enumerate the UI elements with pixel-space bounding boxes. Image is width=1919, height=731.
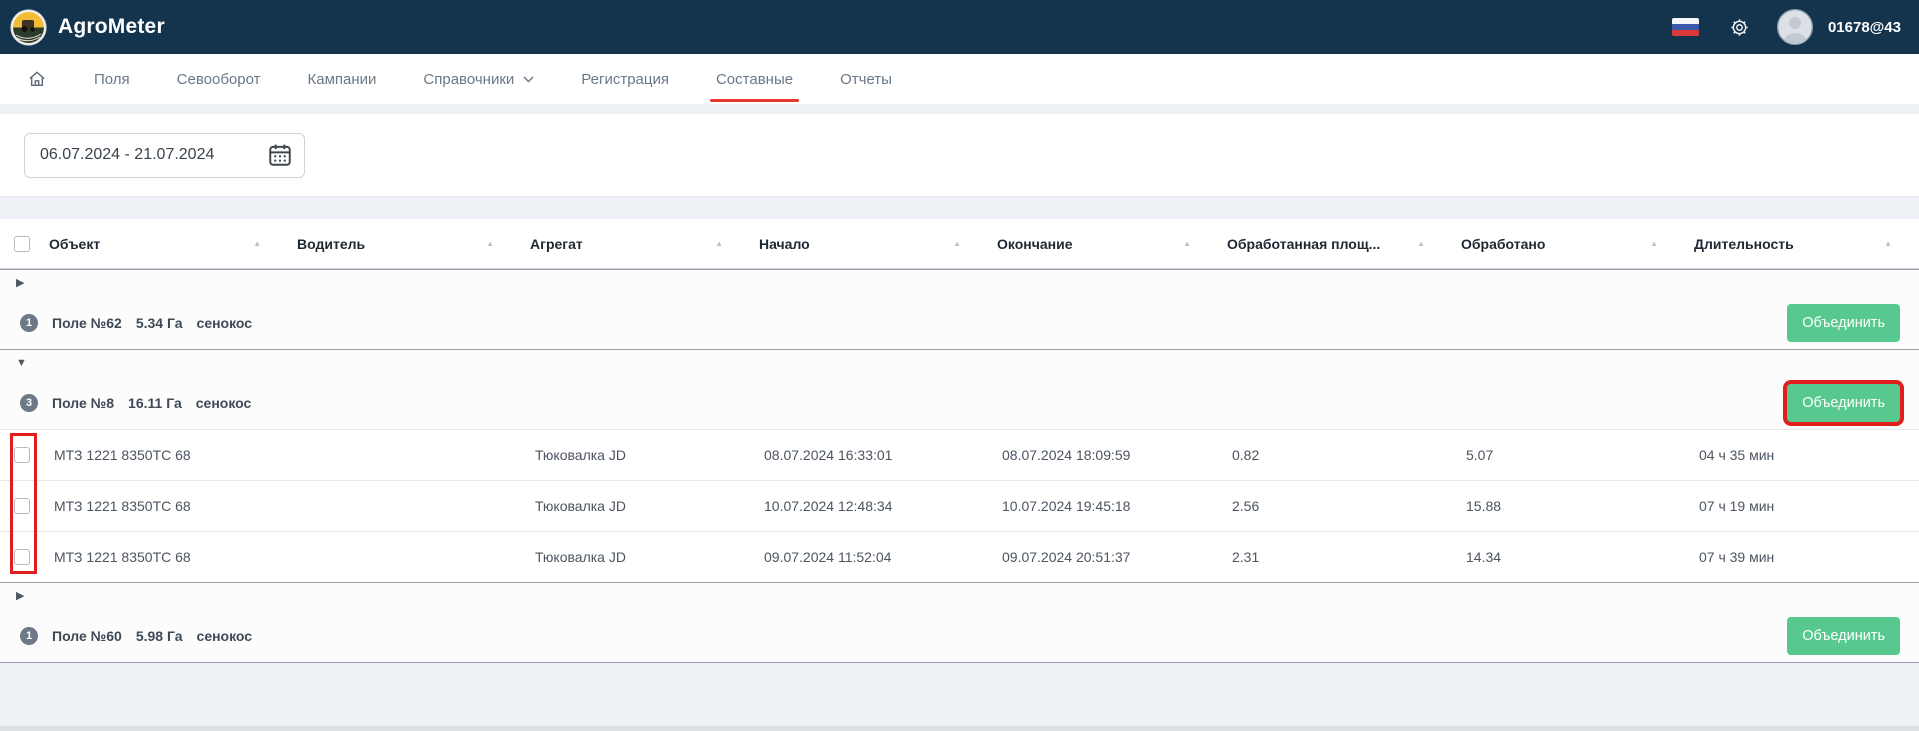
cell-processed-area: 0.82 [1218,447,1452,463]
filter-panel: 06.07.2024 - 21.07.2024 [0,114,1919,196]
group-count-badge: 3 [20,394,38,412]
username[interactable]: 01678@43 [1828,19,1901,36]
main-nav: Поля Севооборот Кампании Справочники Рег… [0,54,1919,104]
col-start[interactable]: Начало▲ [750,236,988,252]
merge-button[interactable]: Объединить [1787,304,1900,342]
table-row: МТЗ 1221 8350ТС 68 Тюковалка JD 10.07.20… [0,480,1919,531]
group-toggle-expanded[interactable]: ▼ [16,358,27,369]
group-field-area: 16.11 Га [128,395,182,411]
cell-duration: 07 ч 39 мин [1685,549,1919,565]
group-field-crop: сенокос [197,628,253,644]
row-checkbox[interactable] [14,447,30,463]
date-range-value: 06.07.2024 - 21.07.2024 [40,146,214,164]
nav-item-directories[interactable]: Справочники [423,71,534,88]
merge-button[interactable]: Объединить [1787,617,1900,655]
col-driver[interactable]: Водитель▲ [288,236,521,252]
cell-end: 08.07.2024 18:09:59 [988,447,1218,463]
language-flag-icon[interactable] [1672,18,1699,36]
sort-icon[interactable]: ▲ [1650,239,1658,248]
cell-processed: 15.88 [1452,498,1685,514]
nav-home[interactable] [27,69,47,89]
table-row: МТЗ 1221 8350ТС 68 Тюковалка JD 08.07.20… [0,429,1919,480]
group-field-crop: сенокос [196,395,252,411]
composites-table: Объект▲ Водитель▲ Агрегат▲ Начало▲ Оконч… [0,219,1919,663]
col-end[interactable]: Окончание▲ [988,236,1218,252]
user-avatar[interactable] [1776,8,1814,46]
bottom-strip [0,726,1919,731]
group-field-name: Поле №60 [52,628,122,644]
cell-start: 10.07.2024 12:48:34 [750,498,988,514]
group-toggle-collapsed[interactable]: ▶ [16,591,24,602]
cell-start: 08.07.2024 16:33:01 [750,447,988,463]
col-unit[interactable]: Агрегат▲ [521,236,750,252]
top-bar: AgroMeter 01678@43 [0,0,1919,54]
chevron-down-icon [523,76,534,83]
sort-icon[interactable]: ▲ [1417,239,1425,248]
cell-unit: Тюковалка JD [521,498,750,514]
sort-icon[interactable]: ▲ [1183,239,1191,248]
table-row: МТЗ 1221 8350ТС 68 Тюковалка JD 09.07.20… [0,531,1919,582]
app-logo-icon [10,9,47,46]
col-processed[interactable]: Обработано▲ [1452,236,1685,252]
sort-icon[interactable]: ▲ [1884,239,1892,248]
sort-icon[interactable]: ▲ [486,239,494,248]
nav-item-registration[interactable]: Регистрация [581,71,669,88]
cell-duration: 04 ч 35 мин [1685,447,1919,463]
settings-gear-icon[interactable] [1729,17,1750,38]
group-field-area: 5.34 Га [136,315,183,331]
nav-item-campaigns[interactable]: Кампании [308,71,377,88]
nav-item-crop-rotation[interactable]: Севооборот [177,71,261,88]
nav-item-composites[interactable]: Составные [716,71,793,88]
cell-processed: 14.34 [1452,549,1685,565]
field-group: ▶ 1 Поле №62 5.34 Га сенокос Объединить [0,269,1919,349]
date-range-input[interactable]: 06.07.2024 - 21.07.2024 [24,133,305,178]
app-title: AgroMeter [58,15,165,39]
col-processed-area[interactable]: Обработанная площ...▲ [1218,236,1452,252]
cell-end: 09.07.2024 20:51:37 [988,549,1218,565]
cell-processed-area: 2.56 [1218,498,1452,514]
cell-processed: 5.07 [1452,447,1685,463]
cell-processed-area: 2.31 [1218,549,1452,565]
row-checkbox[interactable] [14,498,30,514]
calendar-icon[interactable] [267,142,293,168]
cell-unit: Тюковалка JD [521,447,750,463]
group-field-name: Поле №62 [52,315,122,331]
group-count-badge: 1 [20,627,38,645]
select-all-checkbox[interactable] [14,236,30,252]
nav-item-fields[interactable]: Поля [94,71,130,88]
cell-object: МТЗ 1221 8350ТС 68 [40,498,288,514]
group-field-crop: сенокос [197,315,253,331]
group-count-badge: 1 [20,314,38,332]
col-duration[interactable]: Длительность▲ [1685,236,1919,252]
row-checkbox[interactable] [14,549,30,565]
cell-object: МТЗ 1221 8350ТС 68 [40,447,288,463]
sort-icon[interactable]: ▲ [253,239,261,248]
sort-icon[interactable]: ▲ [953,239,961,248]
home-icon [27,69,47,89]
field-group: ▶ 1 Поле №60 5.98 Га сенокос Объединить [0,582,1919,662]
cell-duration: 07 ч 19 мин [1685,498,1919,514]
group-field-name: Поле №8 [52,395,114,411]
sort-icon[interactable]: ▲ [715,239,723,248]
nav-item-reports[interactable]: Отчеты [840,71,892,88]
field-group: ▼ 3 Поле №8 16.11 Га сенокос Объединить … [0,349,1919,582]
cell-start: 09.07.2024 11:52:04 [750,549,988,565]
group-field-area: 5.98 Га [136,628,183,644]
cell-unit: Тюковалка JD [521,549,750,565]
cell-end: 10.07.2024 19:45:18 [988,498,1218,514]
table-header-row: Объект▲ Водитель▲ Агрегат▲ Начало▲ Оконч… [0,219,1919,269]
merge-button-highlighted[interactable]: Объединить [1787,384,1900,422]
cell-object: МТЗ 1221 8350ТС 68 [40,549,288,565]
group-toggle-collapsed[interactable]: ▶ [16,278,24,289]
col-object[interactable]: Объект▲ [40,236,288,252]
